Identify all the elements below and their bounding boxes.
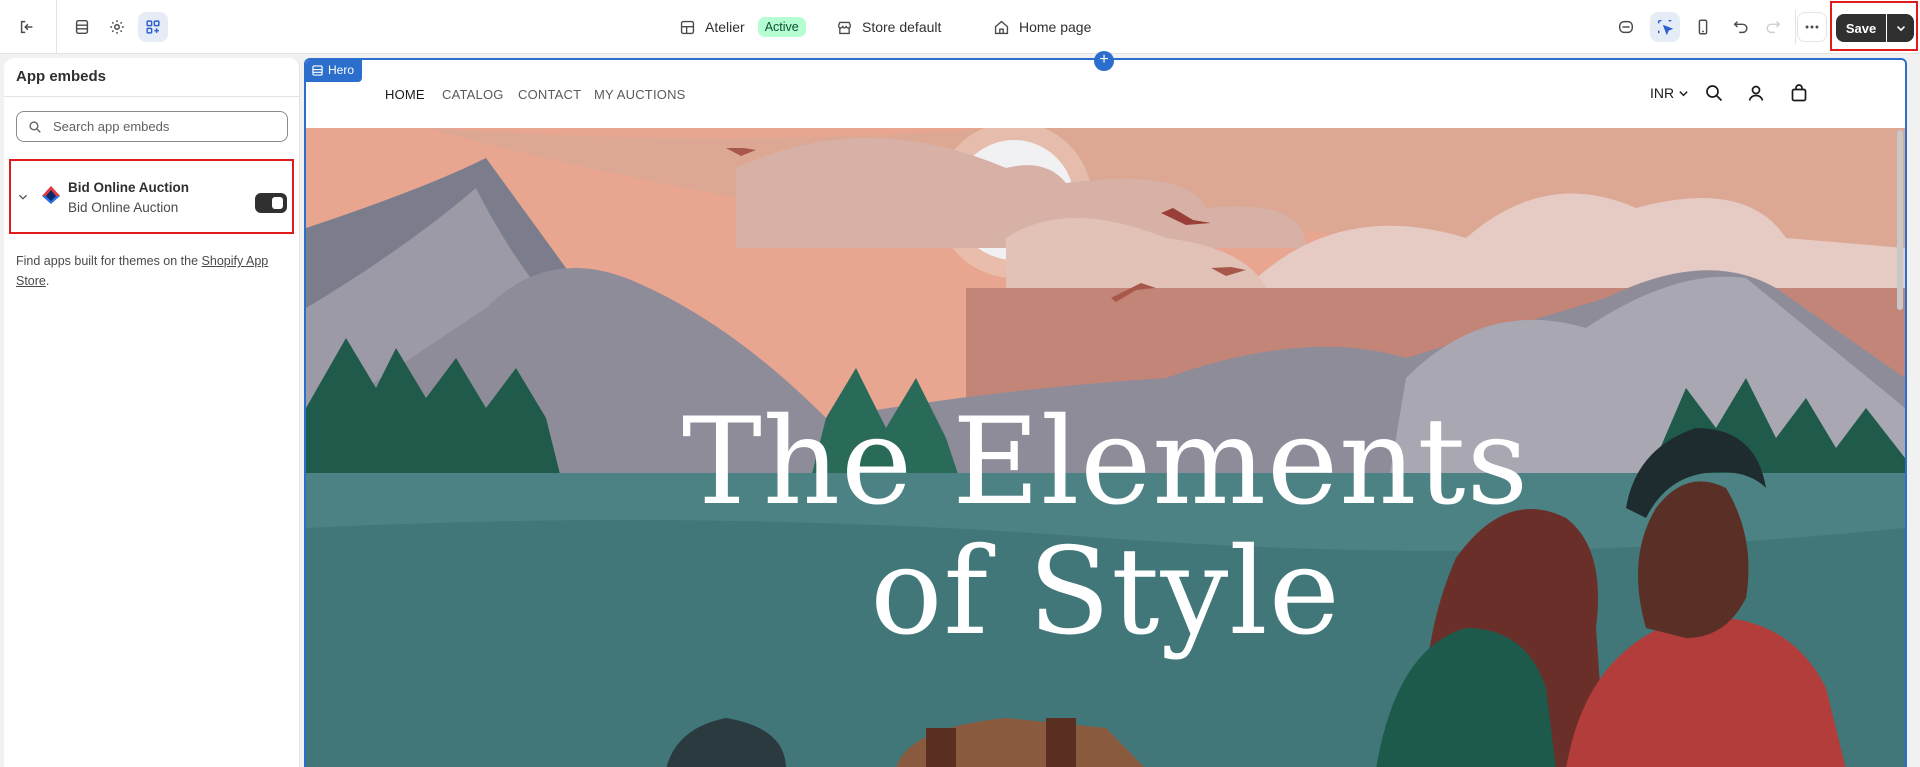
topbar-divider (56, 0, 57, 54)
store-search-icon[interactable] (1704, 80, 1724, 106)
sections-icon[interactable] (67, 12, 97, 42)
nav-contact-link[interactable]: CONTACT (518, 87, 581, 102)
hint-suffix: . (45, 274, 50, 288)
panel-divider (4, 96, 300, 97)
inspector-icon[interactable] (1611, 12, 1641, 42)
search-app-embeds-input[interactable]: Search app embeds (16, 111, 288, 142)
preview-scrollbar[interactable] (1897, 130, 1903, 310)
store-icon (837, 21, 852, 34)
page-name: Home page (1019, 19, 1092, 35)
mobile-preview-icon[interactable] (1688, 12, 1718, 42)
panel-title: App embeds (16, 68, 107, 85)
hero-banner: The Elements of Style (306, 128, 1905, 767)
settings-gear-icon[interactable] (102, 12, 132, 42)
bid-auction-logo-icon (42, 186, 60, 204)
search-icon (29, 121, 41, 133)
hint-prefix: Find apps built for themes on the (16, 254, 202, 268)
section-tag-label: Hero (328, 63, 355, 77)
cart-bag-icon[interactable] (1789, 80, 1809, 106)
app-embed-item[interactable]: Bid Online Auction Bid Online Auction (9, 159, 294, 234)
currency-selector[interactable]: INR (1650, 80, 1689, 106)
hero-heading-line2: of Style (870, 523, 1341, 662)
home-icon (994, 20, 1009, 34)
status-badge: Active (757, 17, 806, 37)
section-tag[interactable]: Hero (306, 60, 363, 82)
save-options-chevron-icon[interactable] (1887, 14, 1914, 42)
chevron-down-icon (1679, 90, 1688, 96)
select-cursor-icon[interactable] (1650, 12, 1680, 42)
editor-topbar: Atelier Active Store default Home page S… (0, 0, 1920, 54)
embed-enable-toggle[interactable] (255, 193, 287, 213)
theme-selector[interactable]: Atelier Active (679, 15, 806, 39)
store-name: Store default (862, 19, 942, 35)
nav-catalog-link[interactable]: CATALOG (442, 87, 504, 102)
layout-icon (680, 20, 695, 34)
exit-icon[interactable] (12, 12, 42, 42)
store-selector[interactable]: Store default (836, 15, 941, 39)
undo-icon[interactable] (1726, 12, 1756, 42)
nav-home-link[interactable]: HOME (385, 87, 425, 102)
hero-heading-line1: The Elements (681, 393, 1530, 532)
app-store-hint: Find apps built for themes on the Shopif… (16, 251, 288, 291)
app-embeds-icon[interactable] (138, 12, 168, 42)
embed-subtitle: Bid Online Auction (68, 200, 179, 215)
save-group: Save (1830, 1, 1918, 51)
more-options-icon[interactable] (1797, 12, 1827, 42)
hero-heading: The Elements of Style (306, 398, 1905, 658)
account-icon[interactable] (1746, 80, 1766, 106)
app-embeds-panel: App embeds Search app embeds Bid Online … (4, 58, 300, 767)
topbar-divider-right (1795, 10, 1796, 44)
page-selector[interactable]: Home page (993, 15, 1091, 39)
add-section-icon[interactable]: + (1094, 51, 1114, 71)
search-placeholder: Search app embeds (53, 119, 170, 134)
currency-label: INR (1650, 85, 1675, 101)
chevron-down-icon[interactable] (17, 191, 29, 203)
section-icon (312, 64, 323, 76)
nav-my-auctions-link[interactable]: MY AUCTIONS (594, 87, 686, 102)
store-preview: Hero HOME CATALOG CONTACT MY AUCTIONS IN… (304, 58, 1907, 767)
save-button[interactable]: Save (1836, 14, 1886, 42)
theme-name: Atelier (705, 19, 745, 35)
embed-title: Bid Online Auction (68, 180, 189, 195)
redo-icon[interactable] (1758, 12, 1788, 42)
